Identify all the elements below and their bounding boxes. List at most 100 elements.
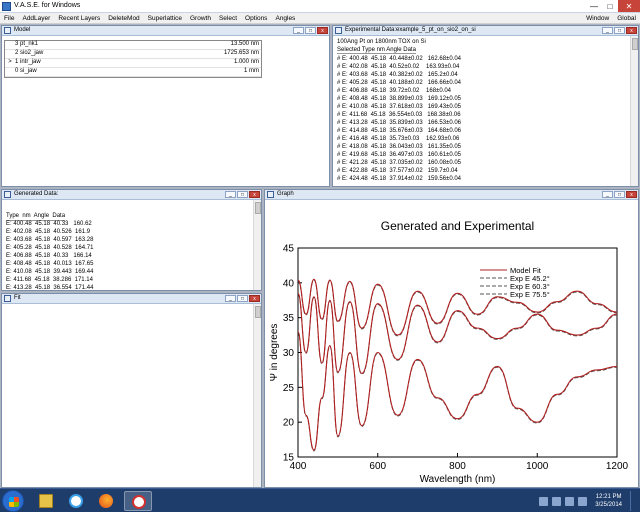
windows-logo-icon — [9, 497, 19, 507]
pane-minimize-button[interactable]: _ — [602, 27, 613, 34]
flag-icon[interactable] — [539, 496, 549, 506]
gen-data-row[interactable]: E: 408.48 45.18 40.013 167.65 — [6, 261, 93, 268]
volume-icon[interactable] — [565, 496, 575, 506]
pane-maximize-button[interactable]: □ — [237, 295, 248, 302]
taskbar-firefox[interactable] — [92, 491, 120, 511]
pane-maximize-button[interactable]: □ — [614, 191, 625, 198]
maximize-button[interactable]: □ — [602, 0, 618, 12]
exp-data-row[interactable]: # E: 421.28 45.18 37.035±0.02 160.08±0.0… — [337, 160, 461, 167]
scrollbar-thumb[interactable] — [255, 306, 261, 318]
pane-minimize-button[interactable]: _ — [602, 191, 613, 198]
pane-maximize-button[interactable]: □ — [305, 27, 316, 34]
row-marker — [5, 41, 15, 49]
y-tick-label: 20 — [283, 418, 295, 429]
pane-minimize-button[interactable]: _ — [225, 191, 236, 198]
pane-icon — [267, 191, 274, 198]
model-pane-titlebar[interactable]: Model _ □ x — [2, 26, 329, 36]
exp-data-row[interactable]: # E: 410.08 45.18 37.618±0.03 169.43±0.0… — [337, 104, 461, 111]
gen-data-row[interactable]: E: 402.08 45.18 40.526 161.9 — [6, 229, 90, 236]
gen-data-row[interactable]: E: 403.68 45.18 40.597 163.28 — [6, 237, 93, 244]
taskbar-file-explorer[interactable] — [32, 491, 60, 511]
pane-close-button[interactable]: x — [626, 191, 637, 198]
menu-select[interactable]: Select — [215, 13, 241, 23]
exp-data-row[interactable]: # E: 400.48 45.18 40.448±0.02 162.68±0.0… — [337, 56, 461, 63]
gen-data-row[interactable]: E: 413.28 45.18 36.554 171.44 — [6, 285, 93, 292]
pane-close-button[interactable]: x — [249, 191, 260, 198]
menu-recent-layers[interactable]: Recent Layers — [54, 13, 104, 23]
fit-pane-titlebar[interactable]: Fit _ □ x — [2, 294, 261, 304]
window-controls: — □ ✕ — [586, 0, 640, 13]
menu-growth[interactable]: Growth — [186, 13, 215, 23]
power-icon[interactable] — [578, 496, 588, 506]
gen-data-row[interactable]: E: 410.08 45.18 39.443 169.44 — [6, 269, 93, 276]
exp-data-row[interactable]: # E: 406.88 45.18 39.72±0.02 168±0.04 — [337, 88, 451, 95]
fit-scrollbar[interactable] — [253, 304, 261, 487]
internet-explorer-icon — [69, 494, 83, 508]
graph-pane-titlebar[interactable]: Graph _ □ x — [265, 190, 638, 200]
folder-icon — [39, 494, 53, 508]
menu-angles[interactable]: Angles — [271, 13, 299, 23]
menu-addlayer[interactable]: AddLayer — [18, 13, 54, 23]
scrollbar-thumb[interactable] — [632, 38, 638, 50]
scrollbar-thumb[interactable] — [255, 202, 261, 214]
fit-pane-title: Fit — [14, 295, 21, 301]
minimize-button[interactable]: — — [586, 0, 602, 12]
exp-data-row[interactable]: # E: 403.68 45.18 40.382±0.02 165.2±0.04 — [337, 72, 458, 79]
taskbar-internet-explorer[interactable] — [62, 491, 90, 511]
pane-maximize-button[interactable]: □ — [237, 191, 248, 198]
graph-pane: Graph _ □ x Generated and Experimental 40… — [264, 189, 639, 488]
exp-data-row[interactable]: # E: 408.48 45.18 38.899±0.03 169.12±0.0… — [337, 96, 461, 103]
exp-scrollbar[interactable] — [630, 36, 638, 186]
gen-pane-titlebar[interactable]: Generated Data: _ □ x — [2, 190, 261, 200]
pane-close-button[interactable]: x — [249, 295, 260, 302]
y-tick-label: 25 — [283, 383, 295, 394]
gen-scrollbar[interactable] — [253, 200, 261, 290]
y-tick-label: 15 — [283, 453, 295, 464]
start-button[interactable] — [2, 490, 24, 512]
show-desktop-button[interactable] — [630, 491, 636, 511]
pane-controls: _ □ x — [225, 191, 260, 198]
menu-window[interactable]: Window — [582, 13, 613, 22]
pane-minimize-button[interactable]: _ — [293, 27, 304, 34]
table-row[interactable]: 2 sio2_jaw 1725.653 nm — [5, 50, 261, 59]
gen-data-row[interactable]: E: 400.48 45.18 40.33 160.62 — [6, 221, 92, 228]
pane-icon — [4, 191, 11, 198]
gen-data-row[interactable]: E: 411.68 45.18 38.286 171.14 — [6, 277, 93, 284]
clock[interactable]: 12:21 PM 3/25/2014 — [595, 493, 622, 509]
menu-superlattice[interactable]: Superlattice — [144, 13, 186, 23]
menu-deletemod[interactable]: DeleteMod — [104, 13, 143, 23]
gen-data-row[interactable]: E: 406.88 45.18 40.33 166.14 — [6, 253, 92, 260]
exp-data-row[interactable]: # E: 414.88 45.18 35.676±0.03 164.68±0.0… — [337, 128, 461, 135]
exp-data-row[interactable]: # E: 416.48 45.18 35.73±0.03 162.93±0.06 — [337, 136, 459, 143]
table-row[interactable]: 0 si_jaw 1 mm — [5, 68, 261, 77]
exp-data-row[interactable]: # E: 405.28 45.18 40.188±0.02 166.66±0.0… — [337, 80, 461, 87]
pane-minimize-button[interactable]: _ — [225, 295, 236, 302]
table-row[interactable]: 3 pt_nk1 13.500 nm — [5, 41, 261, 50]
gen-pane-title: Generated Data: — [14, 191, 59, 197]
exp-data-row[interactable]: # E: 419.68 45.18 36.497±0.03 160.61±0.0… — [337, 152, 461, 159]
menu-global[interactable]: Global — [613, 13, 640, 22]
exp-pane-titlebar[interactable]: Experimental Data:example_5_pt_on_sio2_o… — [333, 26, 638, 36]
pane-maximize-button[interactable]: □ — [614, 27, 625, 34]
close-button[interactable]: ✕ — [618, 0, 640, 12]
table-row[interactable]: > 1 intr_jaw 1.000 nm — [5, 59, 261, 68]
x-tick-label: 1200 — [606, 461, 629, 472]
exp-data-row[interactable]: # E: 418.08 45.18 36.043±0.03 161.35±0.0… — [337, 144, 461, 151]
y-tick-label: 45 — [283, 244, 295, 255]
gen-data-row[interactable]: E: 405.28 45.18 40.528 164.71 — [6, 245, 93, 252]
exp-data-row[interactable]: # E: 411.68 45.18 36.554±0.03 168.38±0.0… — [337, 112, 461, 119]
row-marker — [5, 68, 15, 76]
exp-data-row[interactable]: # E: 424.48 45.18 37.914±0.02 159.56±0.0… — [337, 176, 461, 183]
exp-series-line-1 — [297, 293, 618, 375]
pane-close-button[interactable]: x — [317, 27, 328, 34]
network-icon[interactable] — [552, 496, 562, 506]
taskbar-vase[interactable] — [124, 491, 152, 511]
pane-close-button[interactable]: x — [626, 27, 637, 34]
model-layer-table: 3 pt_nk1 13.500 nm 2 sio2_jaw 1725.653 n… — [4, 40, 262, 78]
experimental-data-pane: Experimental Data:example_5_pt_on_sio2_o… — [332, 25, 639, 187]
menu-options[interactable]: Options — [241, 13, 271, 23]
exp-data-row[interactable]: # E: 402.08 45.18 40.52±0.02 163.93±0.04 — [337, 64, 459, 71]
exp-data-row[interactable]: # E: 413.28 45.18 35.839±0.03 166.53±0.0… — [337, 120, 461, 127]
menu-file[interactable]: File — [0, 13, 18, 23]
exp-data-row[interactable]: # E: 422.88 45.18 37.577±0.02 159.7±0.04 — [337, 168, 458, 175]
